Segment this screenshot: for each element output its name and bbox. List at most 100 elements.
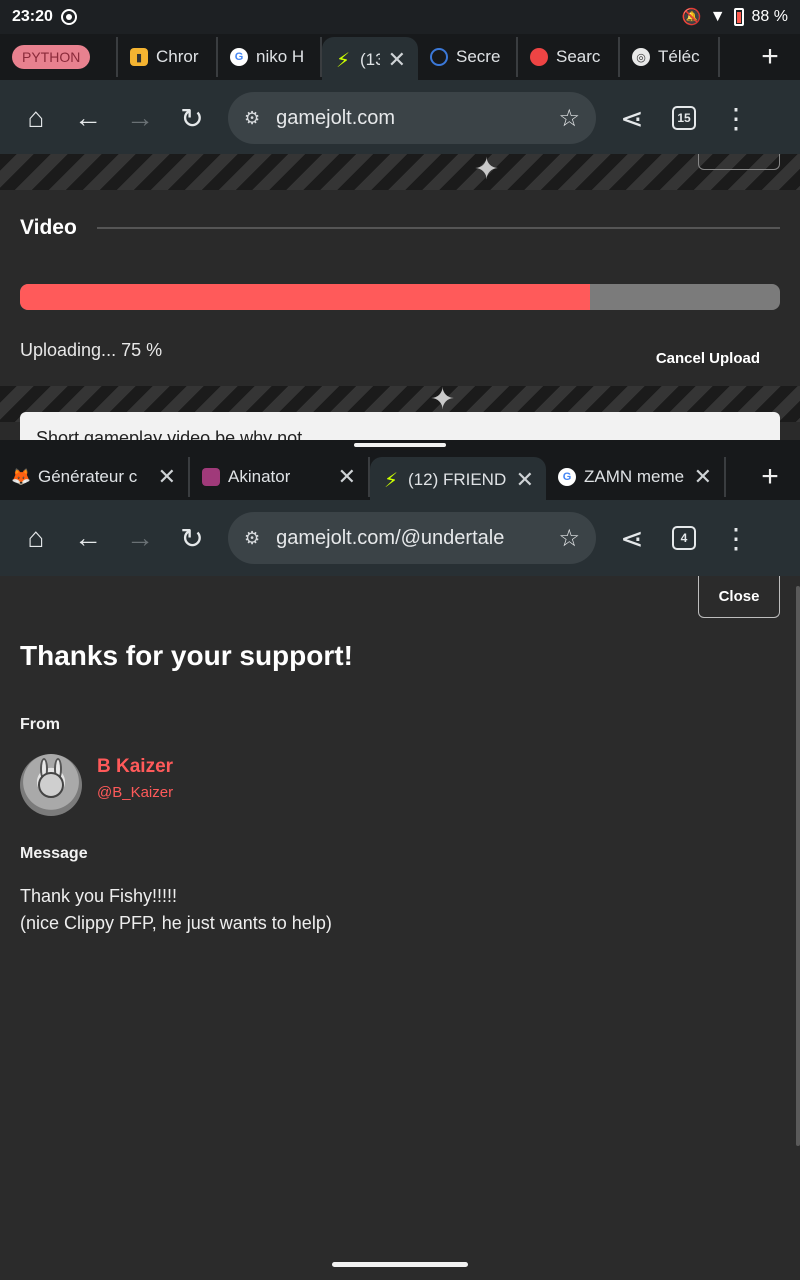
divider-handle[interactable] — [354, 443, 446, 447]
avatar-face — [38, 772, 64, 798]
forward-arrow-icon: → — [126, 102, 154, 133]
progress-fill — [20, 284, 590, 310]
home-button[interactable]: ⌂ — [10, 92, 62, 144]
tab-niko[interactable]: G niko H — [218, 37, 322, 77]
tab-label: Téléc — [658, 47, 700, 66]
google-icon: G — [558, 468, 576, 486]
tab-label: niko H — [256, 47, 305, 66]
google-icon: G — [230, 48, 248, 66]
menu-button[interactable]: ⋮ — [710, 512, 762, 564]
tab-switcher-button[interactable]: 15 — [658, 92, 710, 144]
home-button[interactable]: ⌂ — [10, 512, 62, 564]
url-text: gamejolt.com — [276, 106, 396, 129]
tab-label: (12) FRIEND ( — [408, 470, 508, 489]
new-tab-button[interactable]: + — [740, 40, 800, 74]
top-page-content: ✦ Video Uploading... 75 % Cancel Upload … — [0, 154, 800, 440]
scrollbar[interactable] — [796, 586, 800, 1146]
status-bar: 23:20 🔕 ▼ 88 % — [0, 0, 800, 34]
tab-secret[interactable]: Secre — [418, 37, 518, 77]
share-button[interactable]: ⋖ — [606, 92, 658, 144]
description-input[interactable]: Short gameplay video be why not — [20, 412, 780, 440]
tab-akinator[interactable]: Akinator ✕ — [190, 457, 370, 497]
back-button[interactable]: ← — [62, 512, 114, 564]
close-tab-icon[interactable]: ✕ — [158, 464, 176, 490]
user-name-link[interactable]: B Kaizer — [97, 756, 173, 778]
tab-telechargement[interactable]: ◎ Téléc — [620, 37, 720, 77]
description-text: Short gameplay video be why not — [36, 428, 303, 440]
tab-label: ZAMN meme — [584, 467, 685, 486]
decorative-stripes — [0, 154, 800, 190]
url-text: gamejolt.com/@undertale — [276, 526, 505, 549]
back-button[interactable]: ← — [62, 92, 114, 144]
menu-button[interactable]: ⋮ — [710, 92, 762, 144]
new-tab-button[interactable]: + — [740, 460, 800, 494]
tab-switcher-button[interactable]: 4 — [658, 512, 710, 564]
tab-label: Searc — [556, 47, 601, 66]
message-label: Message — [20, 845, 88, 862]
close-tab-icon[interactable]: ✕ — [694, 464, 712, 490]
address-bar[interactable]: ⚙ gamejolt.com/@undertale ☆ — [228, 512, 596, 564]
tab-gamejolt-active[interactable]: ⚡ (13 ✕ — [322, 37, 418, 83]
tab-label: (13 — [360, 50, 380, 69]
tab-chrome[interactable]: ▮ Chror — [118, 37, 218, 77]
forward-button[interactable]: → — [114, 92, 166, 144]
share-icon: ⋖ — [620, 522, 644, 554]
gesture-nav-bar[interactable] — [332, 1262, 468, 1267]
reload-button[interactable]: ↻ — [166, 512, 218, 564]
tab-label: Chror — [156, 47, 199, 66]
akinator-icon — [202, 468, 220, 486]
video-section-header: Video — [20, 216, 780, 240]
bookmark-star-icon[interactable]: ☆ — [558, 104, 580, 133]
tab-label: Générateur c — [38, 467, 138, 486]
sparkle-icon: ✦ — [474, 154, 500, 186]
close-tab-icon[interactable]: ✕ — [338, 464, 356, 490]
tab-zamn[interactable]: G ZAMN meme ✕ — [546, 457, 726, 497]
battery-icon — [733, 8, 744, 26]
top-toolbar: ⌂ ← → ↻ ⚙ gamejolt.com ☆ ⋖ 15 ⋮ — [0, 80, 800, 156]
upload-progress-bar — [20, 284, 780, 310]
bottom-toolbar: ⌂ ← → ↻ ⚙ gamejolt.com/@undertale ☆ ⋖ 4 … — [0, 500, 800, 576]
chrome-icon: ◎ — [632, 48, 650, 66]
itch-icon: ▮ — [130, 48, 148, 66]
gamejolt-icon: ⚡ — [335, 49, 351, 72]
divider — [96, 227, 780, 229]
avatar[interactable] — [20, 754, 82, 816]
mute-icon: 🔕 — [681, 9, 702, 26]
reload-icon: ↻ — [180, 102, 204, 134]
close-tab-icon[interactable]: ✕ — [388, 47, 406, 73]
cancel-upload-button[interactable]: Cancel Upload — [656, 350, 760, 367]
more-vert-icon: ⋮ — [722, 522, 750, 554]
share-button[interactable]: ⋖ — [606, 512, 658, 564]
tab-friend-active[interactable]: ⚡ (12) FRIEND ( ✕ — [370, 457, 546, 503]
status-icons: 🔕 ▼ 88 % — [682, 7, 788, 27]
search-icon — [530, 48, 548, 66]
message-line-2: (nice Clippy PFP, he just wants to help) — [20, 913, 332, 933]
wifi-icon: ▼ — [709, 8, 726, 25]
status-time: 23:20 — [12, 8, 53, 25]
back-arrow-icon: ← — [74, 102, 102, 133]
site-settings-icon[interactable]: ⚙ — [244, 528, 260, 549]
forward-button[interactable]: → — [114, 512, 166, 564]
address-bar[interactable]: ⚙ gamejolt.com ☆ — [228, 92, 596, 144]
battery-level: 88 % — [751, 8, 788, 25]
close-tab-icon[interactable]: ✕ — [516, 467, 534, 493]
reload-button[interactable]: ↻ — [166, 92, 218, 144]
bottom-tab-strip: 🦊 Générateur c ✕ Akinator ✕ ⚡ (12) FRIEN… — [0, 454, 800, 503]
page-title: Thanks for your support! — [20, 640, 353, 671]
split-screen-divider[interactable] — [0, 440, 800, 454]
close-button-partial[interactable] — [698, 154, 780, 170]
close-button[interactable]: Close — [698, 576, 780, 618]
fox-icon: 🦊 — [11, 469, 31, 486]
site-settings-icon[interactable]: ⚙ — [244, 108, 260, 129]
upload-status: Uploading... 75 % — [20, 340, 163, 360]
tab-search[interactable]: Searc — [518, 37, 620, 77]
secret-icon — [430, 48, 448, 66]
user-handle-link[interactable]: @B_Kaizer — [97, 784, 173, 801]
tab-count: 15 — [672, 106, 696, 130]
back-arrow-icon: ← — [74, 522, 102, 553]
tab-generateur[interactable]: 🦊 Générateur c ✕ — [0, 457, 190, 497]
forward-arrow-icon: → — [126, 522, 154, 553]
tab-label: Akinator — [228, 467, 291, 486]
bookmark-star-icon[interactable]: ☆ — [558, 524, 580, 553]
tab-python[interactable]: PYTHON — [0, 37, 118, 77]
